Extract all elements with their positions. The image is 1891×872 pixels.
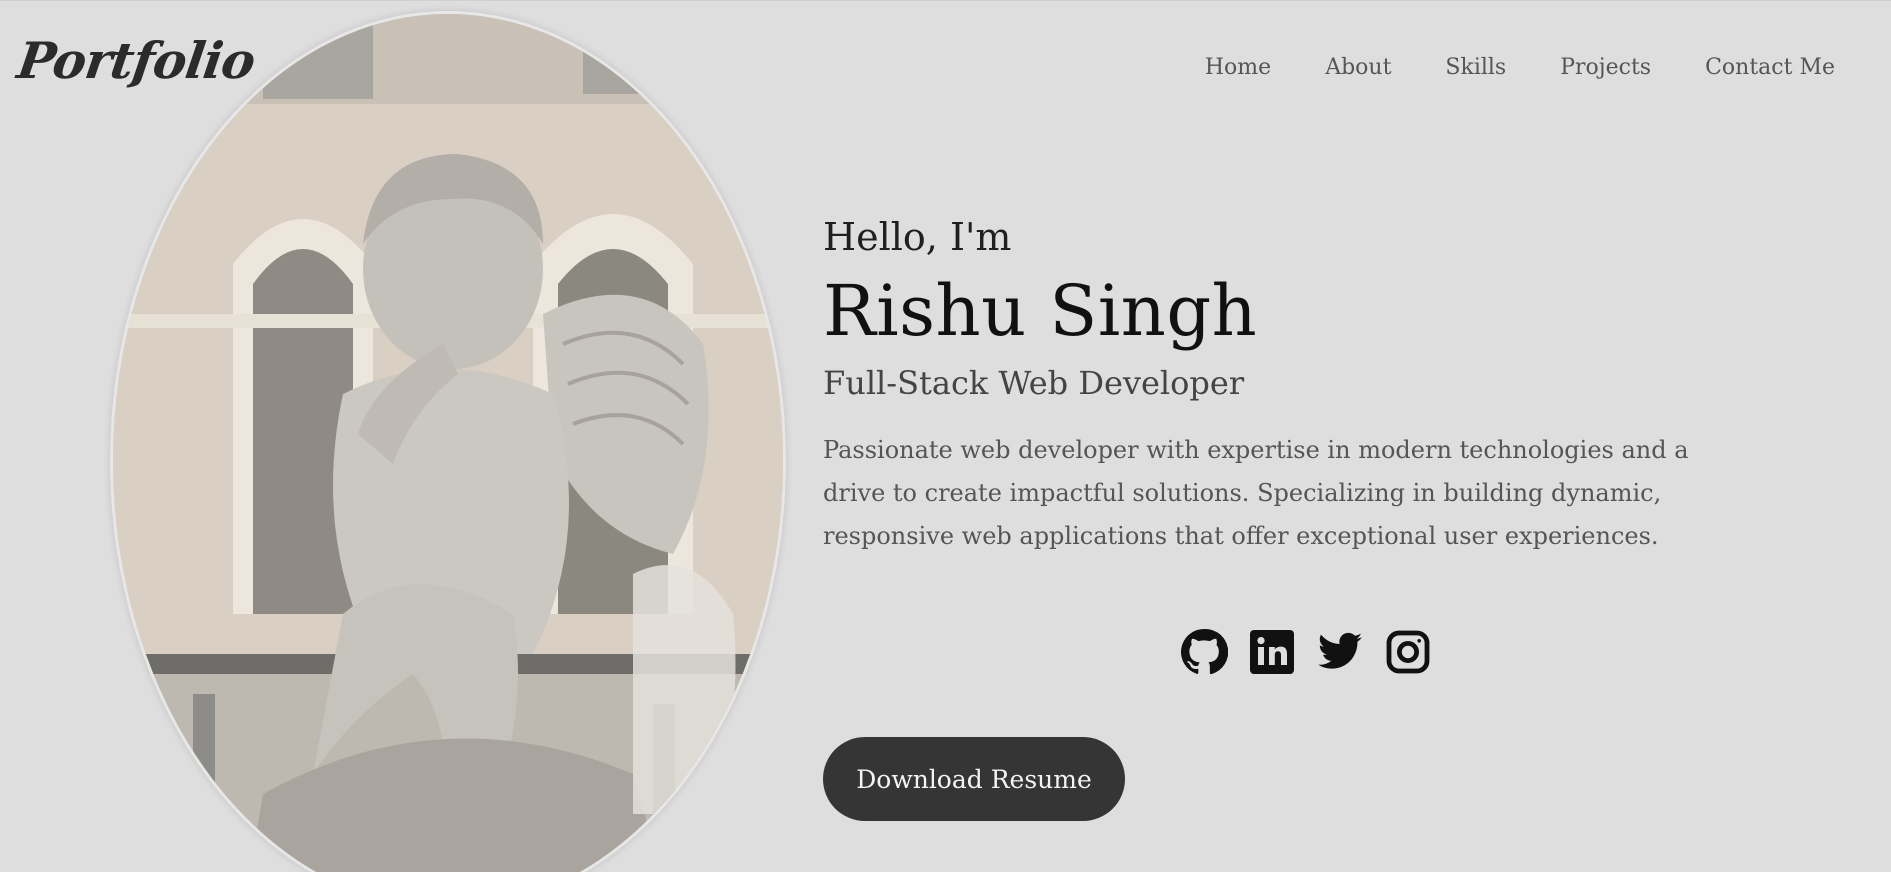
hero-role: Full-Stack Web Developer <box>823 364 1245 402</box>
nav-about[interactable]: About <box>1325 53 1391 83</box>
twitter-icon[interactable] <box>1316 628 1364 676</box>
nav-contact-me[interactable]: Contact Me <box>1705 53 1835 83</box>
hero-greeting: Hello, I'm <box>823 215 1012 259</box>
statue-photo-illustration <box>113 14 783 872</box>
github-icon[interactable] <box>1180 628 1228 676</box>
download-resume-button[interactable]: Download Resume <box>823 737 1125 821</box>
instagram-icon[interactable] <box>1384 628 1432 676</box>
profile-photo <box>110 11 786 872</box>
nav-home[interactable]: Home <box>1205 53 1271 83</box>
page: Portfolio Home About Skills Projects Con… <box>0 0 1891 872</box>
social-links <box>1180 628 1432 676</box>
linkedin-icon[interactable] <box>1248 628 1296 676</box>
hero-bio: Passionate web developer with expertise … <box>823 436 1689 550</box>
hero-section: Hello, I'm Rishu Singh Full-Stack Web De… <box>823 211 1763 558</box>
hero-name: Rishu Singh <box>823 270 1258 352</box>
nav-skills[interactable]: Skills <box>1445 53 1506 83</box>
nav-projects[interactable]: Projects <box>1560 53 1651 83</box>
main-nav: Home About Skills Projects Contact Me <box>1205 53 1835 83</box>
site-logo[interactable]: Portfolio <box>14 31 259 90</box>
